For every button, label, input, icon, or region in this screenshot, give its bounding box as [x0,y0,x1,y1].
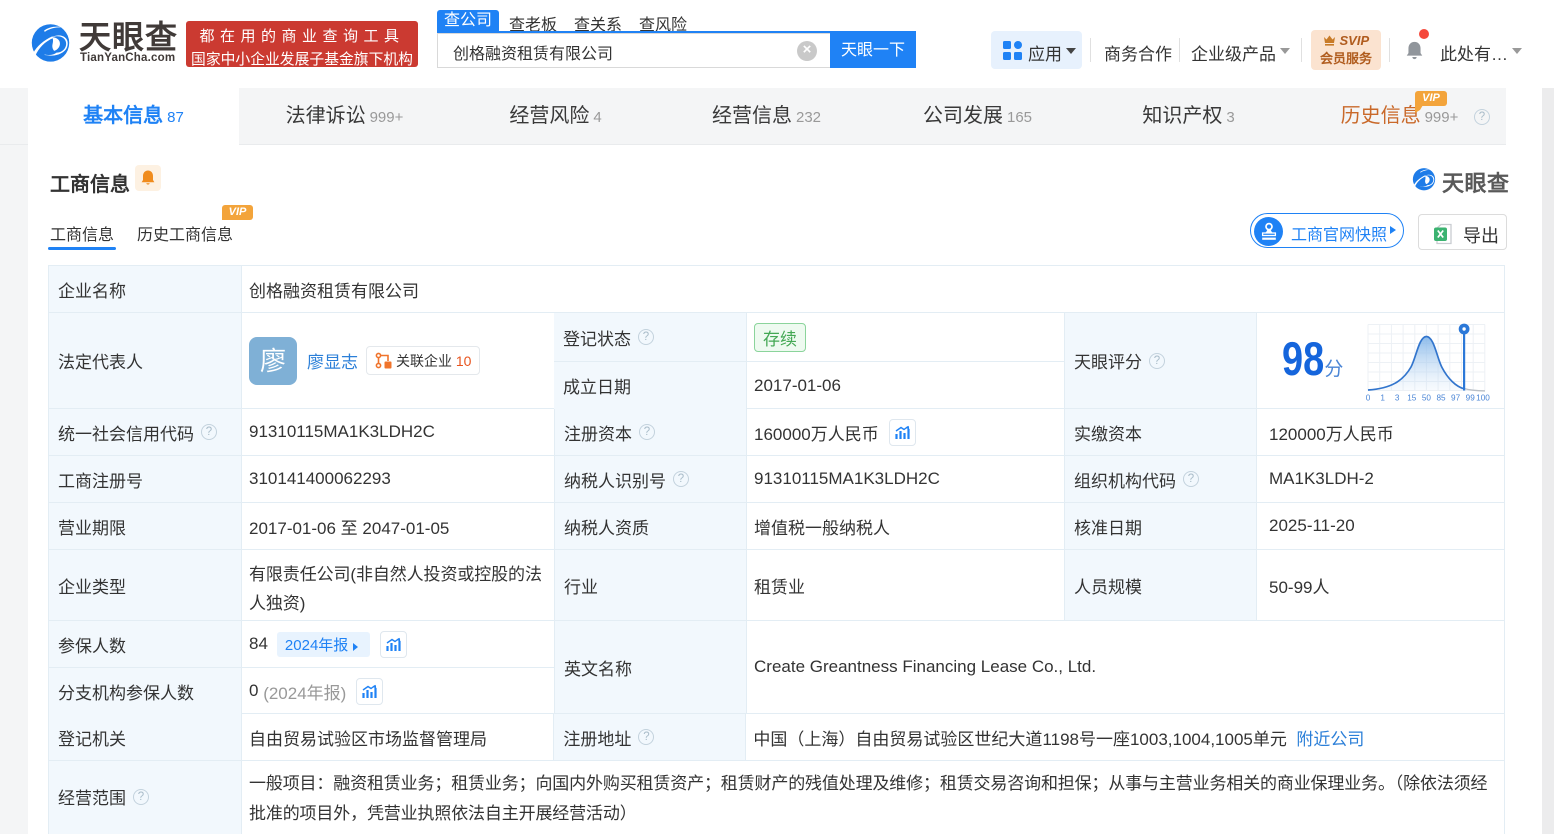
svg-text:99: 99 [1466,394,1476,403]
svg-text:100: 100 [1476,394,1490,403]
svg-text:3: 3 [1395,394,1400,403]
svg-text:15: 15 [1407,394,1417,403]
svg-text:1: 1 [1380,394,1385,403]
svg-text:97: 97 [1451,394,1461,403]
svg-text:50: 50 [1422,394,1432,403]
svg-text:0: 0 [1366,394,1371,403]
svg-text:85: 85 [1436,394,1446,403]
